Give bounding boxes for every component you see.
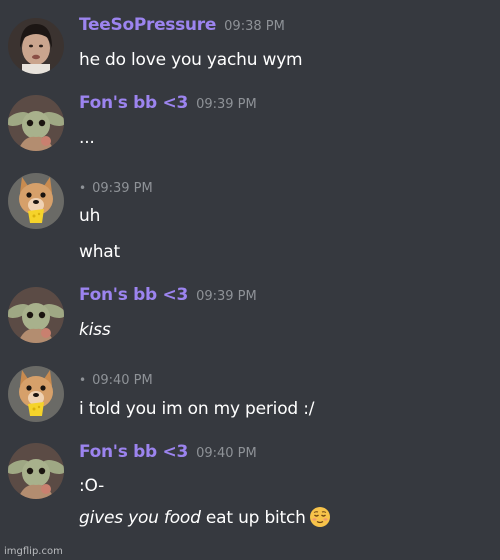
username[interactable]: Fon's bb <3 [79,285,188,305]
avatar[interactable] [8,18,64,74]
unread-dot: • [79,181,87,195]
baby-yoda-icon [8,95,64,151]
message-text: what [79,242,120,262]
message-text: i told you im on my period :/ [79,399,315,419]
username[interactable]: Fon's bb <3 [79,93,188,113]
username[interactable]: TeeSoPressure [79,15,216,35]
message-text: he do love you yachu wym [79,50,303,70]
dog-holding-cheese-icon [8,366,64,422]
message-header: • 09:39 PM [79,177,153,199]
timestamp: 09:40 PM [196,446,257,461]
plain-text: eat up bitch [200,508,306,528]
message-header: Fon's bb <3 09:40 PM [79,442,257,464]
watermark: imgflip.com [4,546,63,557]
message-header: Fon's bb <3 09:39 PM [79,93,257,115]
message-text: gives you food eat up bitch [79,506,331,528]
avatar[interactable] [8,95,64,151]
username[interactable]: Fon's bb <3 [79,442,188,462]
avatar[interactable] [8,443,64,499]
avatar[interactable] [8,366,64,422]
avatar[interactable] [8,173,64,229]
dog-holding-cheese-icon [8,173,64,229]
message-text: ... [79,128,95,148]
message-text: kiss [79,320,111,340]
timestamp: 09:40 PM [92,373,153,388]
timestamp: 09:39 PM [92,181,153,196]
relieved-face-emoji-icon [309,506,331,528]
message-header: TeeSoPressure 09:38 PM [79,15,285,37]
message-header: Fon's bb <3 09:39 PM [79,285,257,307]
timestamp: 09:38 PM [224,19,285,34]
timestamp: 09:39 PM [196,289,257,304]
avatar[interactable] [8,287,64,343]
timestamp: 09:39 PM [196,97,257,112]
message-header: • 09:40 PM [79,369,153,391]
dark-haired-person-icon [8,18,64,74]
baby-yoda-icon [8,443,64,499]
message-text: :O- [79,476,105,496]
italic-text: gives you food [79,508,201,528]
baby-yoda-icon [8,287,64,343]
message-text: uh [79,206,101,226]
unread-dot: • [79,373,87,387]
